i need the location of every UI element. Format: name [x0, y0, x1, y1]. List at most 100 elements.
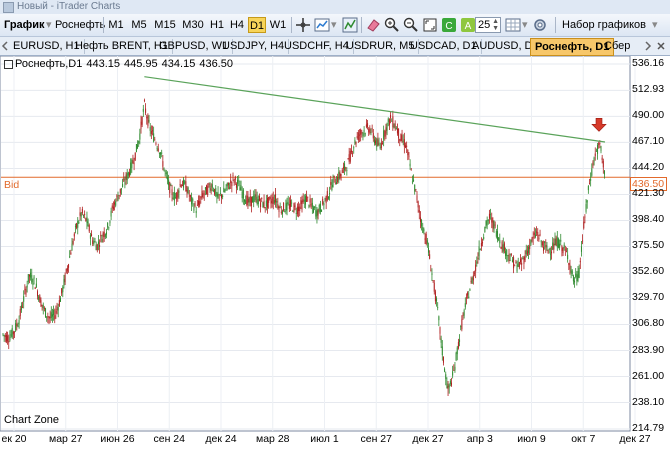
candle-body [239, 187, 241, 191]
candle-body [221, 194, 222, 198]
candle-body [114, 202, 116, 205]
candle-body [529, 245, 531, 250]
candle-body [337, 177, 339, 183]
timeframe-button[interactable]: M5 [128, 17, 150, 33]
timeframe-button-active[interactable]: D1 [248, 17, 266, 33]
candle-body [269, 197, 271, 199]
candle-body [451, 382, 452, 386]
indicators-icon[interactable] [342, 17, 358, 33]
candle-body [101, 238, 103, 243]
y-tick-label: 398.40 [632, 213, 665, 226]
candle-body [353, 147, 355, 149]
chevron-down-icon[interactable]: ▾ [46, 17, 52, 33]
candle-body [191, 196, 193, 205]
gear-icon[interactable] [532, 17, 548, 33]
candle-body [230, 180, 232, 183]
spinner-arrows-icon[interactable]: ▲ ▼ [492, 18, 499, 32]
tab-sber[interactable]: Сбер [600, 39, 634, 54]
candle-body [56, 308, 58, 310]
symbol-dropdown[interactable]: Роснефть [55, 17, 105, 33]
timeframe-button[interactable]: M15 [152, 17, 178, 33]
candle-body [296, 206, 298, 215]
fit-screen-icon[interactable] [422, 17, 438, 33]
candle-body [46, 316, 48, 318]
tabs-scroll-left-icon[interactable] [1, 41, 9, 51]
y-tick-label: 261.00 [632, 369, 665, 382]
candle-body [51, 314, 53, 317]
candle-body [413, 179, 415, 182]
tabs-scroll-right-icon[interactable] [644, 41, 652, 51]
candle-body [551, 251, 553, 254]
candle-chart-icon[interactable]: C [441, 17, 457, 33]
candle-body [375, 140, 377, 144]
candle-body [146, 116, 148, 119]
candle-body [15, 323, 17, 331]
chevron-down-icon[interactable]: ▾ [522, 17, 528, 33]
bars-count-spinner[interactable]: 25 ▲ ▼ [475, 17, 501, 33]
candle-body [123, 178, 125, 181]
candle-body [385, 127, 387, 134]
chart-sets-dropdown[interactable]: Набор графиков [562, 17, 646, 33]
candle-body [586, 200, 588, 203]
candle-body [207, 186, 209, 196]
grid-settings-icon[interactable] [505, 17, 521, 33]
candle-body [493, 220, 495, 230]
area-chart-icon[interactable]: A [460, 17, 476, 33]
eraser-icon[interactable] [365, 17, 381, 33]
candle-body [180, 184, 182, 187]
chevron-down-icon[interactable]: ▾ [652, 17, 658, 33]
crosshair-icon[interactable] [295, 17, 311, 33]
timeframe-button[interactable]: M1 [106, 17, 126, 33]
candle-body [256, 196, 258, 205]
svg-text:C: C [445, 21, 452, 32]
y-tick-label: 421.30 [632, 187, 665, 200]
candle-body [5, 334, 7, 342]
candle-body [168, 179, 170, 186]
candle-body [116, 195, 118, 197]
candle-body [242, 189, 244, 199]
candle-body [258, 196, 260, 201]
timeframe-button[interactable]: M30 [180, 17, 206, 33]
candle-body [290, 200, 291, 208]
candle-body [129, 172, 130, 176]
timeframe-button[interactable]: W1 [268, 17, 288, 33]
chevron-down-icon[interactable]: ▾ [331, 17, 337, 33]
candle-body [302, 199, 304, 203]
candle-body [100, 235, 102, 237]
candle-body [173, 192, 175, 201]
candle-body [186, 189, 188, 194]
candle-body [530, 239, 532, 245]
candle-body [442, 356, 444, 363]
candle-body [78, 222, 80, 223]
candle-body [223, 187, 225, 193]
candle-body [468, 296, 470, 299]
candle-body [248, 198, 250, 203]
timeframe-button[interactable]: H1 [208, 17, 226, 33]
zoom-in-icon[interactable] [384, 17, 400, 33]
candle-body [39, 295, 41, 303]
chart-type-icon[interactable] [314, 17, 330, 33]
candle-body [568, 262, 570, 265]
x-tick-label: дек 24 [205, 433, 237, 445]
close-icon[interactable] [656, 41, 666, 51]
candle-body [478, 246, 480, 257]
candle-body [379, 146, 381, 149]
candle-body [566, 251, 567, 253]
candle-body [398, 128, 400, 139]
zoom-out-icon[interactable] [403, 17, 419, 33]
candle-body [536, 231, 538, 233]
price-chart[interactable] [0, 56, 670, 465]
candle-body [260, 202, 262, 207]
chart-menu-button[interactable]: График [4, 17, 45, 33]
candle-body [49, 316, 51, 319]
candle-body [388, 119, 390, 126]
candle-body [348, 154, 350, 162]
candle-body [428, 248, 429, 253]
tab-usdjpy[interactable]: USDJPY, H4 [218, 39, 290, 54]
chart-area[interactable]: Роснефть,D1 443.15 445.95 434.15 436.50 Bid … [0, 56, 670, 465]
candle-body [300, 200, 302, 205]
candle-body [545, 244, 547, 248]
candle-body [452, 371, 454, 376]
timeframe-button[interactable]: H4 [228, 17, 246, 33]
candle-body [544, 241, 546, 244]
